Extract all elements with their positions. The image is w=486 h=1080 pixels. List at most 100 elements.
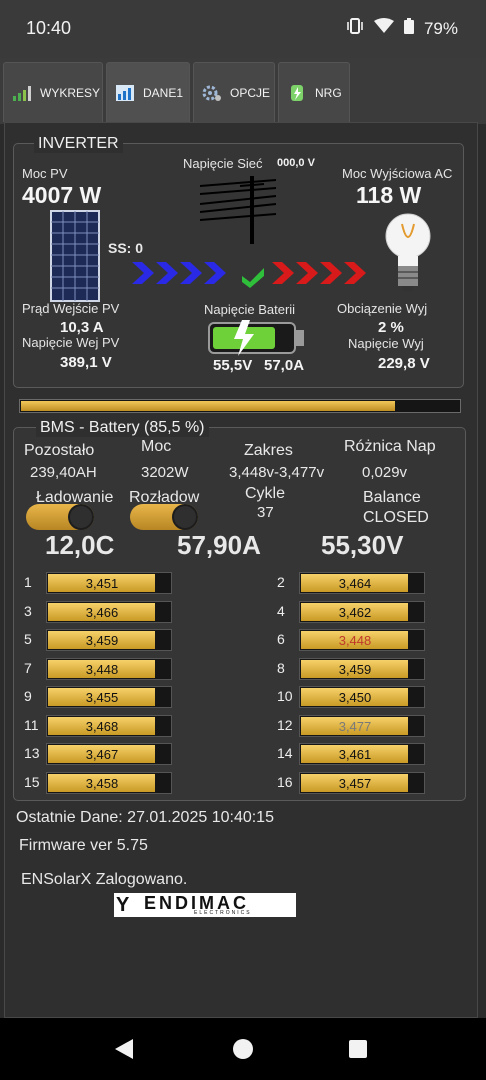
moc-label: Moc [141, 438, 172, 455]
battery-charging-icon [208, 320, 306, 361]
tab-bar: WYKRESY DANE1 OPCJE NRG [0, 58, 486, 124]
bms-voltage: 55,30V [321, 530, 404, 560]
cell-voltage-bar: 3,448 [299, 629, 425, 651]
cell-voltage-value: 3,459 [338, 661, 372, 677]
moc-pv-label: Moc PV [22, 166, 68, 181]
cell-voltage-value: 3,451 [85, 576, 119, 591]
tab-label: WYKRESY [40, 85, 101, 100]
cell-number: 13 [24, 745, 40, 761]
cell-voltage-value: 3,455 [85, 690, 119, 705]
cell-voltage-value: 3,464 [338, 576, 372, 591]
tab-opcje[interactable]: OPCJE [193, 62, 275, 122]
status-bar: 10:40 79% [0, 0, 486, 58]
cell-voltage-value: 3,458 [85, 775, 119, 791]
pv-flow-arrows-icon [132, 260, 236, 291]
cell-number: 12 [277, 716, 293, 733]
login-status: ENSolarX Zalogowano. [21, 871, 188, 888]
cell-number: 5 [24, 631, 32, 647]
load-flow-arrows-icon [272, 260, 376, 291]
endimac-logo: Y ENDIMAC ELECTRONICS [114, 893, 296, 917]
napiecie-siec-label: Napięcie Sieć [183, 156, 263, 171]
cell-number: 7 [24, 659, 32, 676]
napiecie-wej-pv-value: 389,1 V [60, 354, 112, 371]
napiecie-siec-value: 000,0 V [277, 157, 315, 169]
data-chart-icon [115, 84, 135, 102]
tab-wykresy[interactable]: WYKRESY [3, 62, 103, 122]
logo-mark: Y [116, 894, 130, 916]
energy-icon [287, 84, 307, 102]
content-area: INVERTER Moc PV 4007 W Napięcie Sieć 000… [4, 122, 478, 1018]
light-bulb-icon [384, 210, 432, 297]
cykle-value: 37 [257, 504, 274, 521]
cell-voltage-value: 3,466 [85, 604, 119, 620]
bms-title: BMS - Battery (85,5 %) [36, 419, 209, 437]
back-button[interactable] [113, 1038, 135, 1065]
charging-toggle[interactable] [26, 504, 94, 530]
moc-wyj-value: 118 W [356, 182, 422, 208]
cell-voltage-bar: 3,451 [46, 572, 172, 594]
zakres-value: 3,448v-3,477v [229, 464, 325, 481]
cell-number: 14 [277, 745, 293, 761]
cell-voltage-bar: 3,458 [46, 771, 172, 794]
cell-number: 16 [277, 773, 293, 790]
prad-wej-pv-value: 10,3 A [60, 319, 104, 336]
battery-level-bar [19, 399, 461, 413]
discharging-toggle[interactable] [130, 504, 198, 530]
obciazenie-label: Obciązenie Wyj [337, 301, 428, 316]
power-pole-icon [199, 174, 277, 251]
cell-voltage-bar: 3,448 [46, 657, 172, 680]
cell-voltage-bar: 3,467 [46, 743, 172, 765]
cell-number: 1 [24, 574, 32, 590]
moc-value: 3202W [141, 464, 189, 481]
zakres-label: Zakres [244, 442, 293, 459]
cell-voltage-bar: 3,477 [299, 714, 425, 737]
cell-voltage-bar: 3,459 [46, 629, 172, 651]
napiecie-baterii-label: Napięcie Baterii [204, 302, 296, 317]
toggle-knob [68, 504, 94, 530]
wifi-icon [373, 18, 394, 39]
cell-voltage-bar: 3,462 [299, 600, 425, 623]
cell-voltage-value: 3,477 [338, 718, 372, 734]
status-icons: 79% [346, 18, 458, 39]
cell-voltage-bar: 3,457 [299, 771, 425, 794]
cell-voltage-value: 3,467 [85, 747, 119, 762]
bms-current: 57,90A [177, 530, 261, 560]
cell-voltage-value: 3,462 [338, 604, 372, 620]
signal-bars-icon [12, 84, 32, 102]
cell-voltage-bar: 3,468 [46, 714, 172, 737]
tab-label: NRG [315, 85, 342, 100]
toggle-knob [172, 504, 198, 530]
battery-voltage: 55,5V [213, 357, 253, 374]
check-icon [242, 268, 264, 293]
napiecie-wyj-label: Napięcie Wyj [348, 336, 424, 351]
inverter-panel: INVERTER Moc PV 4007 W Napięcie Sieć 000… [13, 135, 464, 388]
cell-voltage-value: 3,468 [85, 718, 119, 734]
cell-voltage-bar: 3,466 [46, 600, 172, 623]
cell-voltage-value: 3,461 [338, 747, 372, 762]
cell-voltage-value: 3,457 [338, 775, 372, 791]
roznica-value: 0,029v [362, 464, 408, 481]
status-time: 10:40 [26, 18, 72, 38]
tab-dane1[interactable]: DANE1 [106, 62, 190, 122]
pozostalo-value: 239,40AH [30, 464, 97, 481]
tab-label: OPCJE [230, 85, 271, 100]
cell-voltage-value: 3,450 [338, 690, 372, 705]
firmware-version: Firmware ver 5.75 [19, 837, 148, 854]
moc-wyj-label: Moc Wyjściowa AC [342, 166, 453, 181]
balance-value: CLOSED [363, 509, 429, 526]
inverter-title: INVERTER [34, 135, 123, 153]
battery-current: 57,0A [264, 357, 305, 374]
ostatnie-dane: Ostatnie Dane: 27.01.2025 10:40:15 [16, 809, 274, 826]
obciazenie-value: 2 % [378, 319, 404, 336]
home-button[interactable] [232, 1038, 254, 1065]
cell-number: 9 [24, 688, 32, 704]
bms-panel: BMS - Battery (85,5 %) Pozostało 239,40A… [13, 419, 466, 801]
cell-voltage-bar: 3,461 [299, 743, 425, 765]
balance-label: Balance [363, 489, 421, 506]
bms-temperature: 12,0C [45, 530, 115, 560]
napiecie-wyj-value: 229,8 V [378, 355, 430, 372]
prad-wej-pv-label: Prąd Wejście PV [22, 301, 120, 316]
recents-button[interactable] [348, 1039, 368, 1064]
pozostalo-label: Pozostało [24, 442, 95, 459]
tab-nrg[interactable]: NRG [278, 62, 350, 122]
